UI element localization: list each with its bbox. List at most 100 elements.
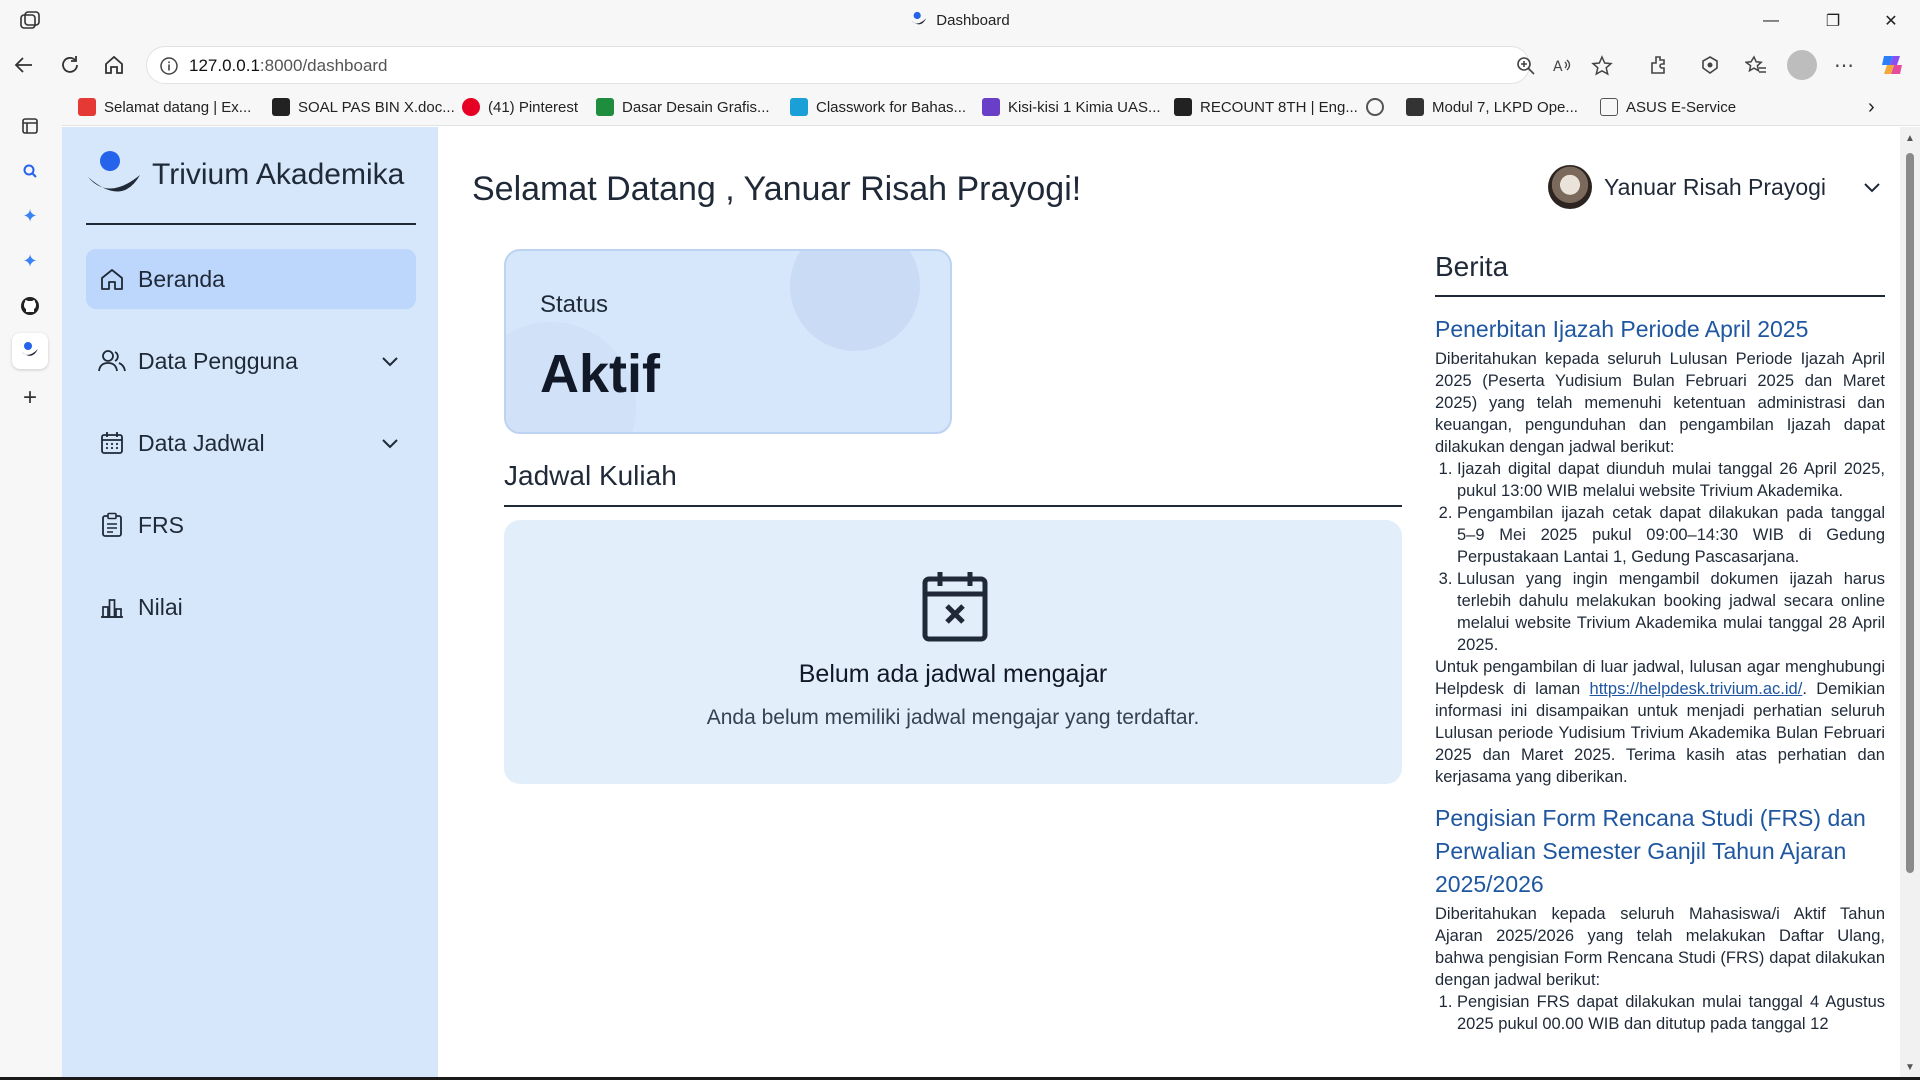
svg-text:A: A — [1553, 59, 1563, 75]
helpdesk-link[interactable]: https://helpdesk.trivium.ac.id/ — [1590, 680, 1803, 698]
welcome-heading: Selamat Datang , Yanuar Risah Prayogi! — [472, 170, 1082, 208]
bookmark-item[interactable] — [1366, 96, 1384, 118]
bookmarks-more-chevron-icon[interactable]: › — [1868, 96, 1875, 118]
edge-sidebar: ✦ ✦ + — [0, 88, 62, 1080]
restore-button[interactable]: ❐ — [1804, 0, 1862, 42]
list-item: Ijazah digital dapat diunduh mulai tangg… — [1457, 458, 1885, 502]
status-label: Status — [540, 291, 609, 318]
clipboard-icon — [98, 511, 126, 539]
chevron-down-icon[interactable] — [1860, 175, 1884, 199]
back-icon[interactable] — [8, 49, 40, 81]
add-icon[interactable]: + — [12, 380, 48, 416]
status-card: Status Aktif — [504, 249, 952, 434]
globe-icon — [1366, 98, 1384, 116]
brand-logo-icon — [88, 151, 140, 192]
sidebar-item-data-pengguna[interactable]: Data Pengguna — [86, 331, 416, 391]
quizizz-icon — [1174, 98, 1192, 116]
sidebar-item-label: Nilai — [138, 593, 183, 620]
bookmark-favicon-icon — [1406, 98, 1424, 116]
profile-avatar-icon[interactable] — [1787, 50, 1817, 80]
news-divider — [1435, 295, 1885, 297]
extensions-icon[interactable] — [1645, 51, 1673, 79]
address-bar[interactable]: 127.0.0.1:8000/dashboard A — [146, 46, 1613, 84]
refresh-icon[interactable] — [54, 49, 86, 81]
sidebar-item-label: FRS — [138, 511, 184, 538]
sidebar-item-label: Data Jadwal — [138, 429, 265, 456]
app-favicon-icon — [912, 11, 927, 25]
app-sidebar: Trivium Akademika Beranda Data Pengguna … — [62, 127, 438, 1080]
status-value: Aktif — [540, 344, 660, 404]
list-item: Pengisian FRS dapat dilakukan mulai tang… — [1457, 991, 1885, 1035]
user-name: Yanuar Risah Prayogi — [1604, 173, 1827, 200]
github-icon[interactable] — [12, 288, 48, 324]
news-panel: Berita Penerbitan Ijazah Periode April 2… — [1435, 251, 1885, 1080]
pinterest-icon — [462, 98, 480, 116]
schedule-divider — [504, 505, 1402, 507]
minimize-button[interactable]: — — [1742, 0, 1800, 42]
chevron-down-icon[interactable] — [378, 349, 402, 373]
browser-toolbar: 127.0.0.1:8000/dashboard A ⋯ — [0, 42, 1920, 88]
classroom-icon — [790, 98, 808, 116]
sidebar-item-label: Data Pengguna — [138, 347, 298, 374]
search-icon[interactable] — [12, 153, 48, 189]
news-article: Pengisian Form Rencana Studi (FRS) dan P… — [1435, 802, 1885, 1035]
zoom-icon[interactable] — [1515, 55, 1537, 77]
site-info-icon[interactable] — [159, 56, 179, 76]
user-menu[interactable]: Yanuar Risah Prayogi — [1548, 165, 1884, 209]
scroll-up-icon[interactable]: ▲ — [1904, 133, 1916, 145]
tab-title: Dashboard — [0, 11, 1920, 29]
sidebar-item-frs[interactable]: FRS — [86, 495, 416, 555]
news-article-title[interactable]: Pengisian Form Rencana Studi (FRS) dan P… — [1435, 802, 1885, 901]
scroll-down-icon[interactable]: ▼ — [1904, 1062, 1916, 1074]
bookmark-item[interactable]: Kisi-kisi 1 Kimia UAS... — [982, 96, 1161, 118]
copilot-icon[interactable] — [1878, 51, 1906, 79]
bookmark-item[interactable]: Selamat datang | Ex... — [78, 96, 251, 118]
more-options-icon[interactable]: ⋯ — [1830, 51, 1858, 79]
trivium-app-icon[interactable] — [12, 333, 48, 369]
news-article-list: Pengisian FRS dapat dilakukan mulai tang… — [1435, 991, 1885, 1035]
collections-icon[interactable] — [1742, 51, 1770, 79]
bookmark-item[interactable]: Classwork for Bahas... — [790, 96, 966, 118]
classroom-icon — [596, 98, 614, 116]
list-item: Lulusan yang ingin mengambil dokumen ija… — [1457, 568, 1885, 656]
bookmark-item[interactable]: SOAL PAS BIN X.doc... — [272, 96, 455, 118]
bookmark-item[interactable]: Modul 7, LKPD Ope... — [1406, 96, 1578, 118]
favorite-star-icon[interactable] — [1591, 55, 1613, 77]
empty-state-description: Anda belum memiliki jadwal mengajar yang… — [706, 706, 1200, 729]
sidebar-divider — [86, 223, 416, 225]
news-article-title[interactable]: Penerbitan Ijazah Periode April 2025 — [1435, 313, 1885, 346]
scrollbar-thumb[interactable] — [1906, 153, 1914, 873]
bookmark-favicon-icon — [78, 98, 96, 116]
bookmarks-bar: Selamat datang | Ex... SOAL PAS BIN X.do… — [0, 88, 1920, 126]
brand-logo[interactable]: Trivium Akademika — [86, 149, 404, 201]
home-icon[interactable] — [98, 49, 130, 81]
browser-essentials-icon[interactable] — [1696, 51, 1724, 79]
app-root: Trivium Akademika Beranda Data Pengguna … — [62, 127, 1900, 1080]
sparkle-icon[interactable]: ✦ — [12, 243, 48, 279]
bookmark-item[interactable]: Dasar Desain Grafis... — [596, 96, 770, 118]
folder-icon — [1600, 98, 1618, 116]
news-title: Berita — [1435, 251, 1509, 282]
card-decoration — [790, 251, 920, 351]
tab-actions-icon[interactable] — [12, 108, 48, 144]
sidebar-item-beranda[interactable]: Beranda — [86, 249, 416, 309]
tab-title-text: Dashboard — [936, 11, 1010, 29]
chevron-down-icon[interactable] — [378, 431, 402, 455]
news-article: Penerbitan Ijazah Periode April 2025 Dib… — [1435, 313, 1885, 788]
chart-icon — [98, 593, 126, 621]
sparkle-icon[interactable]: ✦ — [12, 198, 48, 234]
close-button[interactable]: ✕ — [1862, 0, 1920, 42]
bookmark-folder[interactable]: ASUS E-Service — [1600, 96, 1736, 118]
sidebar-item-data-jadwal[interactable]: Data Jadwal — [86, 413, 416, 473]
schedule-empty-state: Belum ada jadwal mengajar Anda belum mem… — [504, 520, 1402, 784]
bookmark-item[interactable]: (41) Pinterest — [462, 96, 578, 118]
read-aloud-icon[interactable]: A — [1551, 55, 1573, 77]
avatar — [1548, 165, 1592, 209]
page-scrollbar[interactable]: ▲ ▼ — [1900, 127, 1920, 1080]
bookmark-item[interactable]: RECOUNT 8TH | Eng... — [1174, 96, 1358, 118]
browser-titlebar: Dashboard — ❐ ✕ — [0, 0, 1920, 42]
url-text: 127.0.0.1:8000/dashboard — [189, 56, 388, 75]
empty-state-title: Belum ada jadwal mengajar — [798, 660, 1108, 688]
forms-icon — [982, 98, 1000, 116]
sidebar-item-nilai[interactable]: Nilai — [86, 577, 416, 637]
